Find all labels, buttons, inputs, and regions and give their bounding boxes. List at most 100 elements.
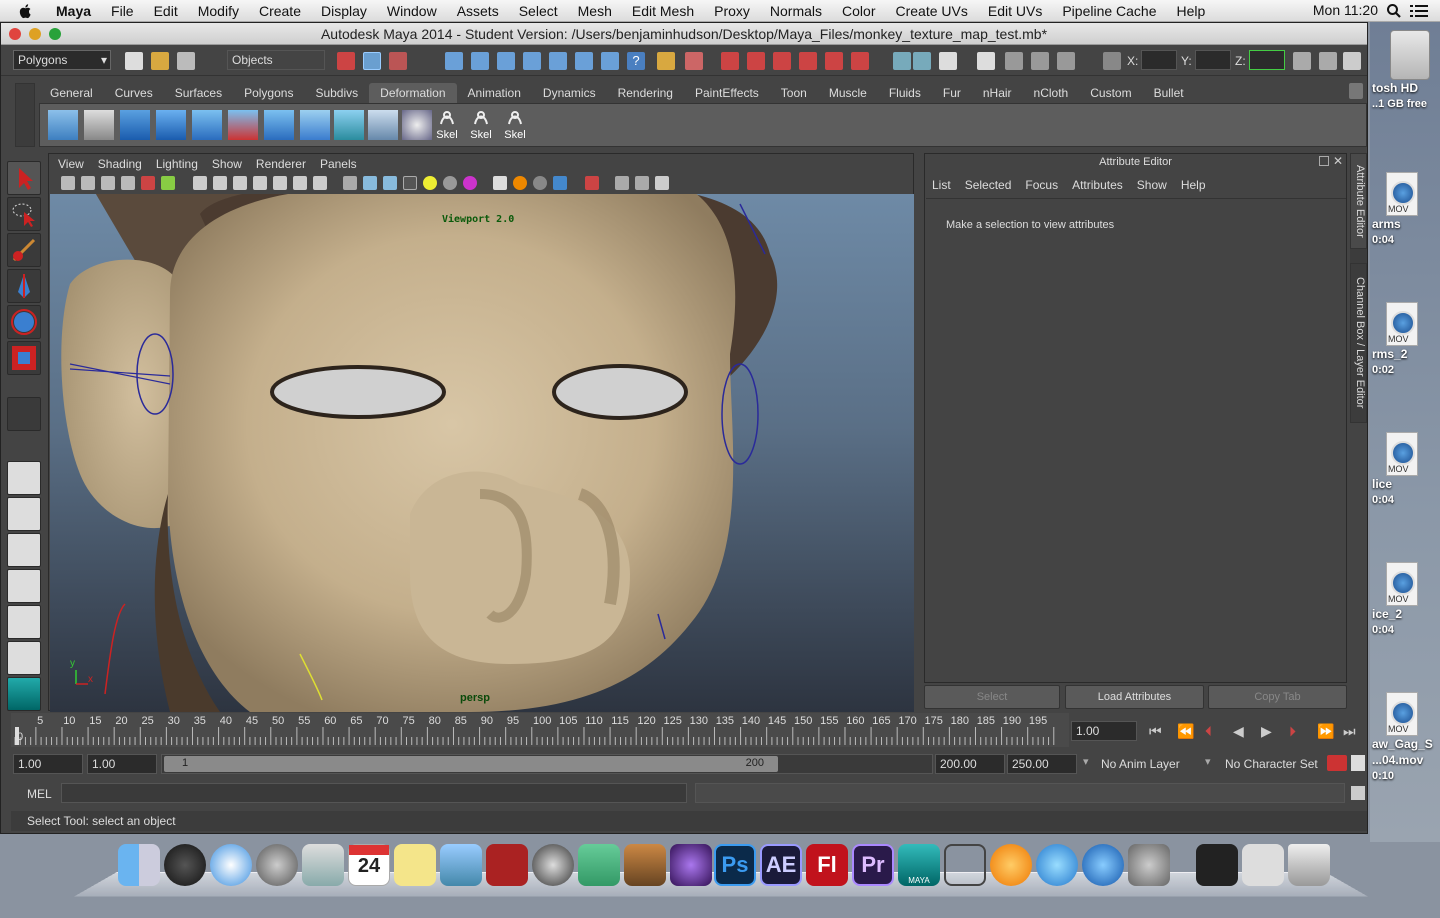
close-window-icon[interactable]: [9, 28, 21, 40]
app-store-icon[interactable]: [1082, 844, 1124, 886]
camera-attributes-icon[interactable]: [81, 176, 95, 190]
construction-history-icon[interactable]: [685, 52, 703, 70]
hypershade-icon[interactable]: [799, 52, 817, 70]
input-line-icon[interactable]: [893, 52, 911, 70]
photo-album-icon[interactable]: [486, 844, 528, 886]
ae-menu-show[interactable]: Show: [1130, 176, 1174, 194]
playback-end-field[interactable]: 200.00: [935, 754, 1005, 774]
vp-menu-shading[interactable]: Shading: [91, 154, 149, 174]
photo-booth-icon[interactable]: [440, 844, 482, 886]
last-tool-icon[interactable]: [7, 397, 41, 431]
sculpt-icon[interactable]: [402, 110, 432, 140]
ibooks-icon[interactable]: [990, 844, 1032, 886]
launchpad-icon[interactable]: [256, 844, 298, 886]
flare-icon[interactable]: [156, 110, 186, 140]
menu-edit[interactable]: Edit: [144, 3, 188, 19]
persp-outliner-layout-icon[interactable]: [7, 533, 41, 567]
garageband-icon[interactable]: [624, 844, 666, 886]
single-perspective-layout-icon[interactable]: [7, 461, 41, 495]
xray-joints-icon[interactable]: [615, 176, 629, 190]
ae-menu-focus[interactable]: Focus: [1018, 176, 1065, 194]
save-scene-icon[interactable]: [177, 52, 195, 70]
render-current-icon[interactable]: [721, 52, 739, 70]
apple-icon[interactable]: [18, 3, 34, 19]
new-scene-icon[interactable]: [125, 52, 143, 70]
grease-pencil-icon[interactable]: [161, 176, 175, 190]
gate-mask-icon[interactable]: [253, 176, 267, 190]
move-tool-icon[interactable]: [7, 269, 41, 303]
help-question-icon[interactable]: ?: [627, 52, 645, 70]
tab-deformation[interactable]: Deformation: [369, 83, 457, 103]
tab-curves[interactable]: Curves: [104, 83, 164, 103]
notification-list-icon[interactable]: [1410, 4, 1428, 18]
outliner-icon[interactable]: [1319, 52, 1337, 70]
tab-attribute-editor[interactable]: Attribute Editor: [1350, 153, 1367, 249]
go-to-end-icon[interactable]: ⏭: [1343, 723, 1356, 740]
dashboard-icon[interactable]: [164, 844, 206, 886]
hard-drive-icon[interactable]: tosh HD ..1 GB free: [1372, 30, 1438, 112]
wire-icon[interactable]: [334, 110, 364, 140]
tab-muscle[interactable]: Muscle: [818, 83, 878, 103]
xray-icon[interactable]: [585, 176, 599, 190]
squash-icon[interactable]: [228, 110, 258, 140]
skel-ik-spline-icon[interactable]: Skel: [500, 110, 530, 141]
tab-dynamics[interactable]: Dynamics: [532, 83, 607, 103]
2d-pan-zoom-icon[interactable]: [141, 176, 155, 190]
ae-menu-selected[interactable]: Selected: [958, 176, 1019, 194]
menu-display[interactable]: Display: [311, 3, 377, 19]
xray-components-icon[interactable]: [635, 176, 649, 190]
motion-star-icon[interactable]: [670, 844, 712, 886]
tab-ncloth[interactable]: nCloth: [1023, 83, 1080, 103]
tab-nhair[interactable]: nHair: [972, 83, 1023, 103]
menu-create[interactable]: Create: [249, 3, 311, 19]
menu-select[interactable]: Select: [509, 3, 568, 19]
chevron-down-icon[interactable]: ▾: [1083, 755, 1089, 768]
flash-icon[interactable]: Fl: [806, 844, 848, 886]
field-chart-icon[interactable]: [273, 176, 287, 190]
vp-menu-show[interactable]: Show: [205, 154, 249, 174]
render-settings-icon[interactable]: [773, 52, 791, 70]
tab-general[interactable]: General: [39, 83, 104, 103]
itunes-icon[interactable]: [1036, 844, 1078, 886]
viewport-3d-scene[interactable]: Viewport 2.0 persp y x: [50, 194, 914, 712]
ae-copy-tab-button[interactable]: Copy Tab: [1208, 685, 1347, 709]
layout-icon[interactable]: [1293, 52, 1311, 70]
step-back-frame-icon[interactable]: ⏪: [1177, 723, 1194, 740]
animation-prefs-icon[interactable]: [1351, 755, 1365, 771]
close-panel-icon[interactable]: ✕: [1333, 154, 1343, 168]
range-bar[interactable]: 1 200: [161, 754, 933, 774]
z-field[interactable]: [1249, 50, 1285, 70]
select-hierarchy-icon[interactable]: [337, 52, 355, 70]
input-mode-icon[interactable]: [913, 52, 931, 70]
menu-app-maya[interactable]: Maya: [46, 3, 101, 19]
bookmarks-icon[interactable]: [101, 176, 115, 190]
textured-icon[interactable]: [403, 176, 417, 190]
iphoto-icon[interactable]: [578, 844, 620, 886]
menu-edit-uvs[interactable]: Edit UVs: [978, 3, 1052, 19]
finder-icon[interactable]: [118, 844, 160, 886]
lasso-tool-icon[interactable]: [7, 197, 41, 231]
depth-of-field-icon[interactable]: [533, 176, 547, 190]
menubar-clock[interactable]: Mon 11:20: [1313, 2, 1378, 18]
vp-menu-renderer[interactable]: Renderer: [249, 154, 313, 174]
screen-space-ao-icon[interactable]: [463, 176, 477, 190]
share-view-icon[interactable]: [655, 176, 669, 190]
photoshop-icon[interactable]: Ps: [714, 844, 756, 886]
vp-menu-lighting[interactable]: Lighting: [149, 154, 205, 174]
step-forward-frame-icon[interactable]: ⏩: [1317, 723, 1334, 740]
resolution-gate-icon[interactable]: [233, 176, 247, 190]
four-view-layout-icon[interactable]: [7, 497, 41, 531]
skel-ik-handle-icon[interactable]: Skel: [466, 110, 496, 141]
script-editor-icon[interactable]: [1351, 786, 1365, 800]
tab-channel-box[interactable]: Channel Box / Layer Editor: [1350, 263, 1367, 423]
vp-menu-view[interactable]: View: [51, 154, 91, 174]
tab-subdivs[interactable]: Subdivs: [304, 83, 369, 103]
menu-assets[interactable]: Assets: [447, 3, 509, 19]
menu-color[interactable]: Color: [832, 3, 885, 19]
snap-live-icon[interactable]: [549, 52, 567, 70]
desktop-file-item[interactable]: MOV ice_2 0:04: [1372, 562, 1438, 638]
wireframe-icon[interactable]: [343, 176, 357, 190]
safe-title-icon[interactable]: [313, 176, 327, 190]
layout-options-icon[interactable]: [7, 641, 41, 675]
shadows-icon[interactable]: [443, 176, 457, 190]
